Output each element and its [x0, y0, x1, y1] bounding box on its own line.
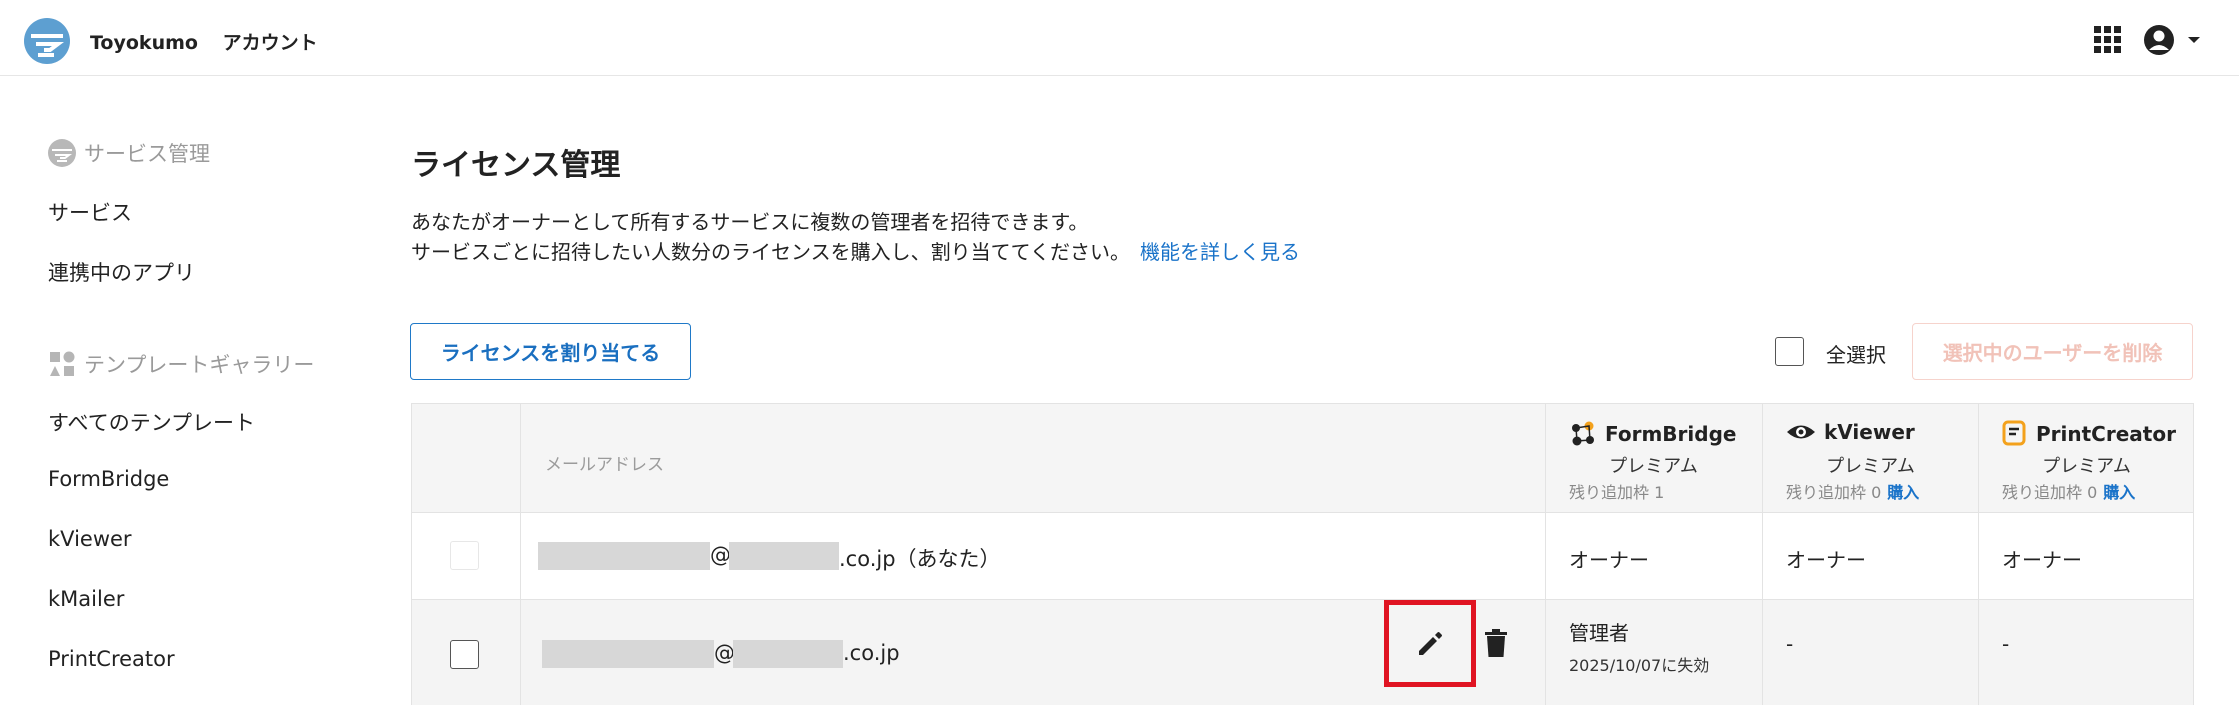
service-plan: プレミアム [1609, 456, 1698, 477]
sidebar-item-kmailer[interactable]: kMailer [48, 587, 124, 611]
redacted-email-local [542, 640, 714, 668]
sidebar-section-label: テンプレートギャラリー [84, 353, 315, 377]
apps-grid-icon[interactable] [2094, 26, 2122, 54]
select-all-checkbox[interactable] [1775, 337, 1804, 366]
service-name: kViewer [1824, 420, 1915, 444]
email-suffix: .co.jp（あなた） [839, 547, 1001, 571]
role-printcreator: オーナー [2002, 548, 2082, 572]
brand-title: Toyokumo アカウント [90, 28, 318, 55]
service-plan: プレミアム [2042, 456, 2131, 477]
edit-button[interactable] [1384, 600, 1476, 687]
service-name: FormBridge [1605, 422, 1737, 446]
email-column-header: メールアドレス [545, 455, 664, 475]
remaining-text: 残り追加枠 1 [1569, 483, 1665, 502]
account-circle-icon [2144, 25, 2200, 55]
brand-name: Toyokumo [90, 32, 198, 54]
learn-more-link[interactable]: 機能を詳しく見る [1140, 240, 1300, 264]
delete-row-button[interactable] [1479, 624, 1513, 662]
kviewer-icon [1787, 425, 1815, 439]
account-menu-button[interactable] [2142, 22, 2212, 58]
sidebar-item-printcreator[interactable]: PrintCreator [48, 647, 175, 671]
sidebar-item-formbridge[interactable]: FormBridge [48, 467, 169, 491]
service-icon [48, 139, 76, 167]
buy-kviewer-link[interactable]: 購入 [1887, 483, 1919, 502]
delete-selected-users-button[interactable]: 選択中のユーザーを削除 [1912, 323, 2193, 380]
service-remaining: 残り追加枠 0 購入 [1786, 479, 1919, 503]
template-icon [50, 351, 75, 376]
row-checkbox-disabled [450, 541, 479, 570]
service-name: PrintCreator [2036, 422, 2176, 446]
row-divider [412, 599, 2193, 600]
service-remaining: 残り追加枠 1 [1569, 479, 1664, 503]
column-divider [1762, 404, 1763, 705]
assign-license-button[interactable]: ライセンスを割り当てる [410, 323, 691, 380]
select-all-label: 全選択 [1826, 343, 1886, 367]
remaining-text: 残り追加枠 0 [1786, 483, 1882, 502]
sidebar-section-services: サービス管理 [48, 138, 210, 168]
redacted-email-domain [733, 640, 843, 668]
description-line-2: サービスごとに招待したい人数分のライセンスを購入し、割り当ててください。 機能を詳… [411, 236, 1300, 265]
role-kviewer: オーナー [1786, 548, 1866, 572]
description-text: サービスごとに招待したい人数分のライセンスを購入し、割り当ててください。 [411, 240, 1130, 264]
license-table: メールアドレス FormBridge プレミアム 残り追加枠 1 kViewer… [411, 403, 2194, 705]
sidebar-item-kviewer[interactable]: kViewer [48, 527, 132, 551]
chevron-down-icon [2188, 37, 2200, 43]
table-row: @ .co.jp（あなた） オーナー オーナー オーナー [412, 513, 2193, 599]
table-row: @ .co.jp 管理者 2025/10/07に失効 - - [412, 600, 2193, 705]
buy-printcreator-link[interactable]: 購入 [2103, 483, 2135, 502]
redacted-email-local [538, 542, 710, 570]
row-checkbox[interactable] [450, 640, 479, 669]
printcreator-icon [2002, 420, 2026, 446]
trash-icon [1485, 629, 1507, 657]
sidebar-item-all-templates[interactable]: すべてのテンプレート [48, 407, 255, 437]
email-suffix: .co.jp [843, 641, 900, 665]
sidebar-item-connected-apps[interactable]: 連携中のアプリ [48, 257, 195, 287]
account-label: アカウント [222, 32, 318, 54]
description-line-1: あなたがオーナーとして所有するサービスに複数の管理者を招待できます。 [411, 210, 1089, 234]
column-divider [1978, 404, 1979, 705]
app-header: Toyokumo アカウント [0, 0, 2239, 76]
formbridge-icon [1572, 421, 1594, 446]
email-at: @ [714, 641, 735, 665]
column-divider [1545, 404, 1546, 705]
role-kviewer: - [1786, 632, 1794, 656]
role-printcreator: - [2002, 632, 2010, 656]
license-expiry: 2025/10/07に失効 [1569, 656, 1710, 675]
printcreator-column-header: PrintCreator プレミアム 残り追加枠 0 購入 [1978, 404, 2195, 513]
redacted-email-domain [729, 542, 839, 570]
email-at: @ [710, 543, 731, 567]
table-header: メールアドレス FormBridge プレミアム 残り追加枠 1 kViewer… [412, 404, 2193, 513]
sidebar-section-label: サービス管理 [84, 142, 210, 166]
role-formbridge: 管理者 [1569, 621, 1629, 645]
service-remaining: 残り追加枠 0 購入 [2002, 479, 2135, 503]
formbridge-column-header: FormBridge プレミアム 残り追加枠 1 [1545, 404, 1762, 513]
kviewer-column-header: kViewer プレミアム 残り追加枠 0 購入 [1762, 404, 1979, 513]
role-formbridge: オーナー [1569, 548, 1649, 572]
remaining-text: 残り追加枠 0 [2002, 483, 2098, 502]
service-plan: プレミアム [1826, 456, 1915, 477]
page-title: ライセンス管理 [411, 148, 621, 183]
sidebar-section-templates: テンプレートギャラリー [48, 349, 314, 379]
column-divider [520, 404, 521, 705]
pencil-icon [1419, 631, 1442, 655]
toyokumo-logo-icon[interactable] [24, 18, 70, 64]
sidebar-item-services[interactable]: サービス [48, 197, 132, 227]
